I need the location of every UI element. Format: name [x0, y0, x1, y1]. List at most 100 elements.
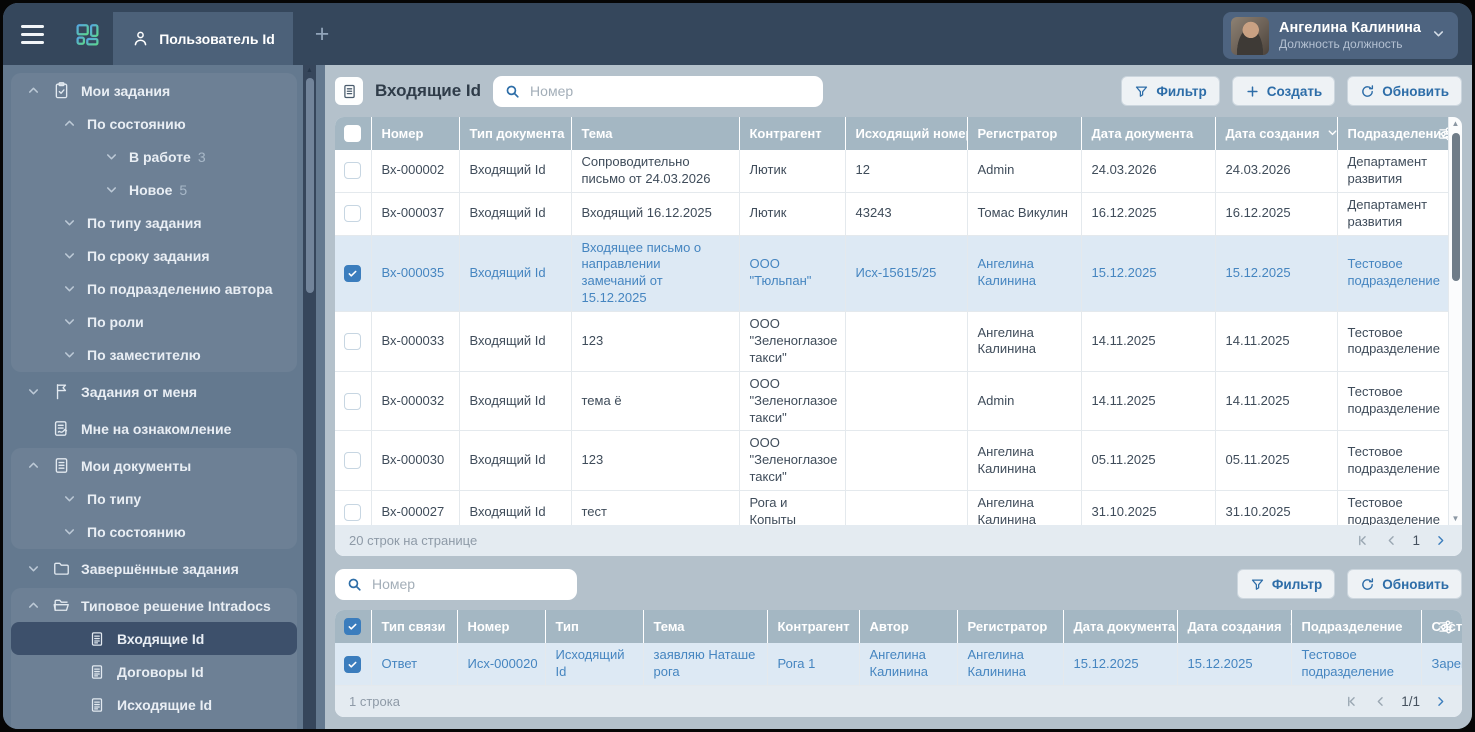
- table-scrollbar-thumb[interactable]: [1452, 133, 1460, 281]
- sidebar-item-типовое-решение-intradocs[interactable]: Типовое решение Intradocs: [11, 589, 297, 622]
- column-header[interactable]: Контрагент: [739, 117, 846, 150]
- row-select-cell[interactable]: [335, 235, 372, 313]
- row-select-cell[interactable]: [335, 371, 372, 432]
- filter-button[interactable]: Фильтр: [1121, 76, 1220, 106]
- column-header[interactable]: Тема: [643, 610, 768, 644]
- column-header[interactable]: Регистратор: [957, 610, 1064, 644]
- sidebar-item-исходящие-id[interactable]: Исходящие Id: [11, 688, 297, 721]
- sidebar-item-по-заместителю[interactable]: По заместителю: [11, 338, 297, 371]
- column-header[interactable]: Дата документа: [1063, 610, 1178, 644]
- page-next-button[interactable]: [1433, 533, 1448, 548]
- sidebar-item-мои-документы[interactable]: Мои документы: [11, 449, 297, 482]
- row-select-cell[interactable]: [335, 192, 372, 236]
- sidebar-item-по-роли[interactable]: По роли: [11, 305, 297, 338]
- sidebar-item-входящие-id[interactable]: Входящие Id: [11, 622, 297, 655]
- checkbox[interactable]: [344, 332, 362, 350]
- column-header[interactable]: Автор: [859, 610, 958, 644]
- column-header[interactable]: Тип: [545, 610, 644, 644]
- column-header[interactable]: Состояние: [1421, 610, 1462, 644]
- checkbox[interactable]: [344, 618, 362, 636]
- sidebar-item-завершённые-задания[interactable]: Завершённые задания: [11, 552, 297, 585]
- checkbox[interactable]: [344, 205, 362, 223]
- column-header[interactable]: Тип документа: [459, 117, 572, 150]
- column-header[interactable]: Тема: [571, 117, 740, 150]
- column-header[interactable]: Подразделение: [1337, 117, 1462, 150]
- column-header[interactable]: Исходящий номер: [845, 117, 968, 150]
- refresh-button[interactable]: Обновить: [1347, 76, 1462, 106]
- page-prev-button[interactable]: [1373, 694, 1388, 709]
- checkbox[interactable]: [344, 162, 362, 180]
- sidebar-item-договоры-id[interactable]: Договоры Id: [11, 655, 297, 688]
- sidebar-item-задания-от-меня[interactable]: Задания от меня: [11, 375, 297, 408]
- cell: 24.03.2026: [1215, 150, 1338, 193]
- select-all-cell[interactable]: [335, 117, 372, 150]
- document-lines-icon: [87, 696, 107, 714]
- select-all-cell[interactable]: [335, 610, 372, 644]
- table-row[interactable]: Вх-000035 Входящий Id Входящее письмо о на…: [335, 235, 1462, 313]
- cell: 14.11.2025: [1081, 371, 1216, 432]
- row-select-cell[interactable]: [335, 490, 372, 526]
- column-header[interactable]: Дата создания: [1177, 610, 1292, 644]
- page-first-button[interactable]: [1356, 533, 1371, 548]
- sidebar-item-label: Исходящие Id: [117, 696, 213, 713]
- checkbox[interactable]: [344, 655, 362, 673]
- page-prev-button[interactable]: [1384, 533, 1399, 548]
- sidebar-item-по-сроку-задания[interactable]: По сроку задания: [11, 239, 297, 272]
- page-next-button[interactable]: [1433, 694, 1448, 709]
- table-row[interactable]: Вх-000027 Входящий Id тест Рога и Копыты Анг…: [335, 490, 1462, 526]
- sidebar-item-по-типу-задания[interactable]: По типу задания: [11, 206, 297, 239]
- sidebar-item-в-работе[interactable]: В работе 3: [11, 140, 297, 173]
- sidebar-scrollbar-thumb[interactable]: [305, 78, 314, 293]
- row-select-cell[interactable]: [335, 311, 372, 372]
- cell: 15.12.2025: [1081, 235, 1216, 313]
- tab-user-id[interactable]: Пользователь Id: [113, 12, 293, 65]
- table-row[interactable]: Вх-000033 Входящий Id 123 ООО "Зеленоглазое…: [335, 311, 1462, 372]
- sidebar-item-новое[interactable]: Новое 5: [11, 173, 297, 206]
- checkbox[interactable]: [344, 503, 362, 521]
- create-button[interactable]: Создать: [1231, 76, 1336, 106]
- user-menu[interactable]: Ангелина Калинина Должность должность: [1222, 12, 1458, 59]
- column-header[interactable]: Дата создания: [1215, 117, 1338, 150]
- sidebar-item-по-подразделению-автора[interactable]: По подразделению автора: [11, 272, 297, 305]
- cell: [845, 490, 968, 526]
- sidebar-item-по-состоянию[interactable]: По состоянию: [11, 515, 297, 548]
- sidebar-item-мне-на-ознакомление[interactable]: Мне на ознакомление: [11, 412, 297, 445]
- column-header[interactable]: Тип связи: [371, 610, 458, 644]
- sidebar-scrollbar[interactable]: ▲: [303, 65, 316, 729]
- folder-icon: [51, 559, 71, 578]
- column-header[interactable]: Регистратор: [967, 117, 1082, 150]
- dashboard-icon[interactable]: [61, 3, 113, 65]
- sidebar-item-по-состоянию[interactable]: По состоянию: [11, 107, 297, 140]
- column-header[interactable]: Дата документа: [1081, 117, 1216, 150]
- checkbox[interactable]: [344, 452, 362, 470]
- table-row[interactable]: Вх-000037 Входящий Id Входящий 16.12.2025 Л…: [335, 192, 1462, 236]
- row-select-cell[interactable]: [335, 150, 372, 193]
- row-select-cell[interactable]: [335, 430, 372, 492]
- table-row[interactable]: Вх-000032 Входящий Id тема ё ООО "Зеленогла…: [335, 371, 1462, 432]
- row-select-cell[interactable]: [335, 643, 372, 687]
- table-row[interactable]: Ответ Исх-000020 Исходящий Id заявляю Наташ…: [335, 643, 1462, 687]
- cell: Ответ: [371, 643, 458, 687]
- page-first-button[interactable]: [1345, 694, 1360, 709]
- table-row[interactable]: Вх-000002 Входящий Id Сопроводительно пись…: [335, 150, 1462, 193]
- table-scrollbar[interactable]: ▲ ▼: [1448, 117, 1462, 526]
- cell: Входящий 16.12.2025: [571, 192, 740, 236]
- column-header[interactable]: Номер: [371, 117, 460, 150]
- column-header[interactable]: Номер: [457, 610, 546, 644]
- column-header[interactable]: Контрагент: [767, 610, 860, 644]
- sidebar-item-доверенности-id[interactable]: Доверенности Id: [11, 721, 297, 729]
- sidebar-item-мои-задания[interactable]: Мои задания: [11, 74, 297, 107]
- filter-button[interactable]: Фильтр: [1236, 569, 1336, 600]
- person-icon: [131, 29, 150, 48]
- hamburger-menu-button[interactable]: [3, 3, 61, 65]
- checkbox[interactable]: [344, 125, 362, 143]
- refresh-button[interactable]: Обновить: [1347, 569, 1462, 600]
- search-input[interactable]: [372, 576, 566, 593]
- column-header[interactable]: Подразделение: [1291, 610, 1422, 644]
- checkbox[interactable]: [344, 264, 362, 282]
- table-row[interactable]: Вх-000030 Входящий Id 123 ООО "Зеленоглазое…: [335, 430, 1462, 492]
- search-input[interactable]: [530, 83, 813, 99]
- checkbox[interactable]: [344, 392, 362, 410]
- add-tab-button[interactable]: +: [293, 3, 351, 65]
- sidebar-item-по-типу[interactable]: По типу: [11, 482, 297, 515]
